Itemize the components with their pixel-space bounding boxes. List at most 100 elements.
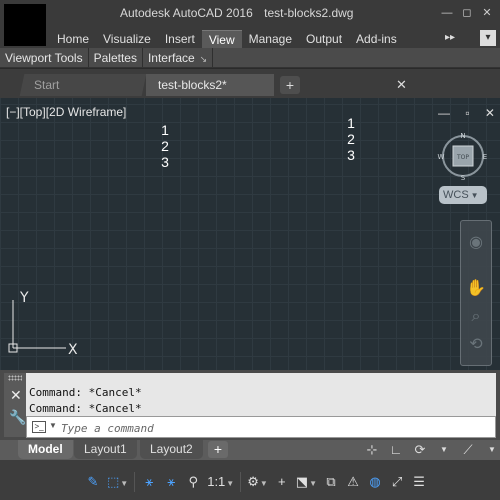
compass-west: W [438, 153, 445, 161]
command-prompt-icon[interactable]: >_ [32, 421, 46, 433]
annotation-monitor-icon[interactable]: ⚲ [182, 470, 204, 494]
status-tray: ✎ ⬚▼ ⚹ ⚹ ⚲ 1:1▼ ⚙▼ + ⬔▼ ⧉ ⚠ ◍ ⤢ ☰ [82, 470, 430, 494]
window-title: Autodesk AutoCAD 2016 test-blocks2.dwg [120, 6, 353, 20]
isolate-objects-icon[interactable]: ⧉ [320, 470, 342, 494]
status-tools-top: ⊹ ∟ ⟳ ▼ ⟋ ▼ [360, 440, 500, 460]
object-snap-tracking-icon[interactable]: ✎ [82, 470, 104, 494]
annotation-scale[interactable]: 1:1▼ [204, 470, 237, 494]
panel-interface[interactable]: Interface ↘ [143, 48, 214, 67]
pan-icon[interactable]: ✋ [464, 277, 488, 301]
command-line-sidebar: ✕ 🔧 [4, 373, 26, 437]
command-line-window: ✕ 🔧 Command: *Cancel* Command: *Cancel* … [0, 370, 500, 440]
customize-icon[interactable]: ☰ [408, 470, 430, 494]
ortho-icon[interactable]: ∟ [384, 440, 408, 460]
text-line: 3 [347, 147, 355, 163]
tab-start[interactable]: Start [19, 74, 147, 96]
command-history: Command: *Cancel* Command: *Cancel* [26, 373, 496, 417]
text-block-right[interactable]: 1 2 3 [345, 115, 357, 163]
polar-icon[interactable]: ⟳ [408, 440, 432, 460]
chevron-down-icon[interactable]: ▼ [49, 421, 57, 430]
ucs-y-label: Y [19, 290, 29, 306]
workspace-icon[interactable]: ⬔▼ [293, 470, 320, 494]
tab-label: test-blocks2* [158, 78, 227, 92]
viewport-window-controls[interactable]: — ▫ ✕ [438, 106, 500, 120]
compass-north: N [460, 132, 465, 140]
panel-label: Palettes [93, 51, 137, 65]
file-name: test-blocks2.dwg [264, 6, 354, 20]
annotation-visibility-icon[interactable]: ⚹ [138, 470, 160, 494]
compass-east: E [483, 153, 487, 161]
navigation-bar: ◉ ✋ ⌕ ⟲ [460, 220, 492, 366]
tab-insert[interactable]: Insert [158, 30, 202, 48]
close-icon[interactable]: ✕ [396, 74, 407, 96]
hardware-acceleration-icon[interactable]: ⚠ [342, 470, 364, 494]
selection-cycling-icon[interactable]: ⬚▼ [104, 470, 131, 494]
tab-label: Start [34, 78, 60, 92]
panel-label: Viewport Tools [5, 51, 83, 65]
tab-home[interactable]: Home [50, 30, 96, 48]
app-logo[interactable] [4, 4, 46, 46]
command-input[interactable] [61, 420, 461, 436]
clean-screen-icon[interactable]: ◍ [364, 470, 386, 494]
tab-layout1[interactable]: Layout1 [74, 440, 137, 459]
file-tabs-bar: Start test-blocks2* ✕ + [0, 69, 500, 98]
new-tab-button[interactable]: + [280, 76, 300, 94]
navigation-wheel-icon[interactable]: ◉ [464, 231, 488, 255]
panel-viewport-tools[interactable]: Viewport Tools [0, 48, 89, 67]
tab-layout2[interactable]: Layout2 [140, 440, 203, 459]
history-line: Command: *Cancel* [29, 402, 142, 415]
viewcube-face-label: TOP [456, 154, 469, 161]
layout-tabs-bar: Model Layout1 Layout2 + ⊹ ∟ ⟳ ▼ ⟋ ▼ [0, 440, 500, 460]
drawing-canvas[interactable]: [−][Top][2D Wireframe] — ▫ ✕ 1 2 3 1 2 3… [0, 98, 500, 370]
compass-south: S [461, 174, 466, 182]
wcs-menu[interactable]: WCS ▼ [439, 186, 487, 204]
command-input-box: >_ ▼ [26, 416, 496, 438]
text-line: 3 [161, 154, 169, 170]
tab-visualize[interactable]: Visualize [96, 30, 158, 48]
snap-grid-icon[interactable]: ⊹ [360, 440, 384, 460]
viewcube[interactable]: TOP N S E W [437, 130, 489, 182]
drag-handle[interactable] [8, 375, 22, 381]
status-bar: ✎ ⬚▼ ⚹ ⚹ ⚲ 1:1▼ ⚙▼ + ⬔▼ ⧉ ⚠ ◍ ⤢ ☰ [0, 460, 500, 500]
panel-expand-icon[interactable]: ↘ [200, 54, 208, 64]
tab-output[interactable]: Output [299, 30, 349, 48]
tab-manage[interactable]: Manage [242, 30, 299, 48]
divider [134, 472, 136, 492]
tab-document[interactable]: test-blocks2* ✕ [146, 74, 407, 96]
auto-scale-icon[interactable]: ⚹ [160, 470, 182, 494]
minimize-button[interactable]: — [440, 6, 454, 20]
chevron-down-icon[interactable]: ▼ [480, 440, 500, 460]
gear-icon[interactable]: ⚙▼ [244, 470, 271, 494]
viewport-controls-label[interactable]: [−][Top][2D Wireframe] [6, 105, 126, 119]
ucs-icon[interactable]: Y X [8, 288, 88, 358]
app-name: Autodesk AutoCAD 2016 [120, 6, 253, 20]
ribbon-tabs: Home Visualize Insert View Manage Output… [50, 30, 404, 48]
panel-label: Interface [147, 51, 195, 65]
ribbon-more-tabs-icon[interactable]: ▸▸ [445, 32, 455, 43]
zoom-icon[interactable]: ⌕ [464, 305, 488, 329]
chevron-down-icon: ▼ [470, 191, 479, 200]
title-bar: Autodesk AutoCAD 2016 test-blocks2.dwg —… [0, 0, 500, 48]
orbit-icon[interactable]: ⟲ [464, 333, 488, 357]
close-button[interactable]: ✕ [480, 6, 494, 20]
text-line: 1 [347, 115, 355, 131]
ribbon-panel-row: Viewport Tools Palettes Interface ↘ [0, 48, 500, 68]
panel-palettes[interactable]: Palettes [89, 48, 143, 67]
plus-icon[interactable]: + [271, 470, 293, 494]
text-line: 1 [161, 122, 169, 138]
close-icon[interactable]: ✕ [10, 387, 22, 404]
ribbon-minimize-button[interactable]: ▾ [480, 30, 496, 46]
osnap-icon[interactable]: ⟋ [456, 440, 480, 460]
fullscreen-icon[interactable]: ⤢ [386, 470, 408, 494]
annotation-scale-label: 1:1 [207, 474, 226, 489]
text-block-left[interactable]: 1 2 3 [159, 122, 171, 170]
add-layout-button[interactable]: + [208, 441, 228, 458]
wrench-icon[interactable]: 🔧 [9, 409, 26, 426]
text-line: 2 [347, 131, 355, 147]
tab-add-ins[interactable]: Add-ins [349, 30, 404, 48]
tab-view[interactable]: View [201, 30, 242, 48]
tab-model[interactable]: Model [18, 440, 73, 459]
maximize-button[interactable]: ◻ [460, 6, 474, 20]
chevron-down-icon[interactable]: ▼ [432, 440, 456, 460]
text-line: 2 [161, 138, 169, 154]
